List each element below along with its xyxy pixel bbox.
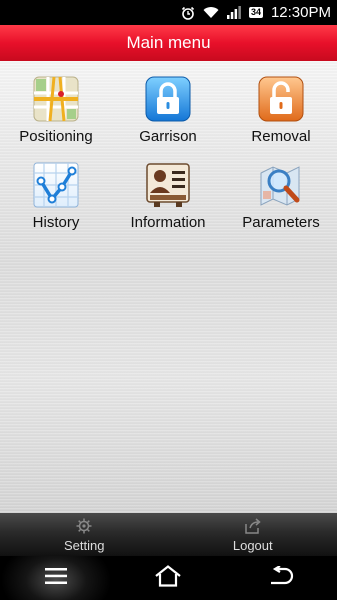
page-title: Main menu — [126, 33, 211, 52]
setting-button[interactable]: Setting — [0, 513, 169, 556]
menu-item-information[interactable]: Information — [112, 147, 224, 233]
status-bar: 34 12:30PM — [0, 0, 337, 25]
logout-icon — [244, 517, 262, 535]
gear-icon — [76, 517, 92, 535]
signal-icon — [226, 6, 241, 19]
logout-button[interactable]: Logout — [169, 513, 337, 556]
menu-item-label: Garrison — [139, 128, 197, 145]
contact-card-icon — [144, 161, 192, 209]
lock-open-icon — [257, 75, 305, 123]
logout-label: Logout — [232, 538, 273, 553]
setting-label: Setting — [64, 538, 105, 553]
wifi-icon — [203, 6, 219, 19]
menu-item-label: Information — [130, 214, 206, 231]
battery-level: 34 — [248, 7, 263, 18]
menu-item-removal[interactable]: Removal — [225, 61, 337, 147]
menu-item-label: Parameters — [242, 214, 320, 231]
home-icon — [154, 564, 182, 592]
navigation-bar — [0, 556, 337, 600]
nav-menu-button[interactable] — [0, 556, 113, 600]
menu-item-parameters[interactable]: Parameters — [225, 147, 337, 233]
menu-item-positioning[interactable]: Positioning — [0, 61, 112, 147]
main-menu-grid: Positioning Garrison Removal History Inf… — [0, 61, 337, 513]
bottom-action-bar: Setting Logout — [0, 513, 337, 556]
status-time: 12:30PM — [270, 4, 331, 21]
menu-icon — [45, 567, 68, 589]
menu-item-label: Positioning — [19, 128, 93, 145]
battery-icon: 34 — [248, 7, 263, 18]
menu-item-history[interactable]: History — [0, 147, 112, 233]
nav-home-button[interactable] — [112, 556, 224, 600]
menu-item-garrison[interactable]: Garrison — [112, 61, 224, 147]
lock-closed-icon — [144, 75, 192, 123]
title-bar: Main menu — [0, 25, 337, 61]
menu-item-label: Removal — [251, 128, 311, 145]
alarm-icon — [181, 6, 195, 20]
back-icon — [267, 564, 295, 591]
search-map-icon — [257, 161, 305, 209]
map-pin-icon — [32, 75, 80, 123]
menu-item-label: History — [32, 214, 80, 231]
nav-back-button[interactable] — [225, 556, 337, 600]
route-history-icon — [32, 161, 80, 209]
